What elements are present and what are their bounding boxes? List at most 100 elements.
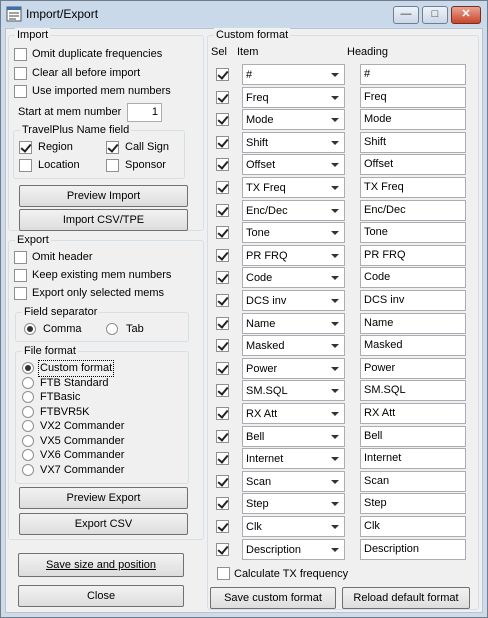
import-csv-button[interactable]: Import CSV/TPE bbox=[19, 209, 188, 231]
heading-input[interactable]: Enc/Dec bbox=[360, 199, 466, 221]
file-format-radio[interactable] bbox=[22, 362, 34, 374]
item-combo[interactable]: Bell bbox=[242, 425, 345, 447]
item-combo[interactable]: Internet bbox=[242, 448, 345, 470]
chevron-down-icon[interactable] bbox=[327, 381, 344, 401]
item-combo[interactable]: Mode bbox=[242, 109, 345, 131]
item-combo[interactable]: Freq bbox=[242, 86, 345, 108]
item-combo[interactable]: Power bbox=[242, 357, 345, 379]
item-combo[interactable]: Enc/Dec bbox=[242, 199, 345, 221]
item-combo[interactable]: Shift bbox=[242, 131, 345, 153]
row-select-checkbox[interactable] bbox=[216, 474, 229, 488]
save-size-position-button[interactable]: Save size and position bbox=[18, 553, 184, 577]
file-format-radio[interactable] bbox=[22, 420, 34, 432]
callsign-checkbox[interactable] bbox=[106, 141, 119, 154]
comma-radio[interactable] bbox=[24, 323, 36, 335]
heading-input[interactable]: Internet bbox=[360, 448, 466, 470]
row-select-checkbox[interactable] bbox=[216, 248, 229, 262]
close-window-button[interactable]: ✕ bbox=[451, 6, 481, 24]
clear-all-checkbox[interactable] bbox=[14, 67, 27, 80]
heading-input[interactable]: Description bbox=[360, 538, 466, 560]
file-format-radio[interactable] bbox=[22, 449, 34, 461]
row-select-checkbox[interactable] bbox=[216, 68, 229, 81]
heading-input[interactable]: Step bbox=[360, 493, 466, 515]
sponsor-checkbox[interactable] bbox=[106, 159, 119, 172]
row-select-checkbox[interactable] bbox=[216, 203, 229, 217]
save-custom-format-button[interactable]: Save custom format bbox=[210, 587, 336, 609]
item-combo[interactable]: DCS inv bbox=[242, 290, 345, 311]
chevron-down-icon[interactable] bbox=[327, 155, 344, 175]
item-combo[interactable]: Scan bbox=[242, 470, 345, 492]
row-select-checkbox[interactable] bbox=[216, 226, 229, 240]
chevron-down-icon[interactable] bbox=[327, 200, 344, 220]
minimize-button[interactable]: — bbox=[393, 6, 419, 24]
chevron-down-icon[interactable] bbox=[327, 178, 344, 197]
row-select-checkbox[interactable] bbox=[216, 429, 229, 443]
item-combo[interactable]: Step bbox=[242, 493, 345, 515]
file-format-radio[interactable] bbox=[22, 434, 34, 447]
heading-input[interactable]: Bell bbox=[360, 425, 466, 447]
omit-duplicates-checkbox[interactable] bbox=[14, 48, 27, 61]
use-imported-checkbox[interactable] bbox=[14, 85, 27, 98]
row-select-checkbox[interactable] bbox=[216, 542, 229, 556]
row-select-checkbox[interactable] bbox=[216, 384, 229, 398]
preview-export-button[interactable]: Preview Export bbox=[19, 487, 188, 509]
item-combo[interactable]: PR FRQ bbox=[242, 244, 345, 266]
tab-radio[interactable] bbox=[106, 323, 118, 335]
item-combo[interactable]: Clk bbox=[242, 516, 345, 537]
calc-tx-checkbox[interactable] bbox=[217, 567, 230, 580]
row-select-checkbox[interactable] bbox=[216, 271, 229, 285]
export-only-selected-checkbox[interactable] bbox=[14, 287, 27, 300]
chevron-down-icon[interactable] bbox=[327, 517, 344, 536]
chevron-down-icon[interactable] bbox=[327, 87, 344, 107]
heading-input[interactable]: RX Att bbox=[360, 403, 466, 424]
item-combo[interactable]: RX Att bbox=[242, 403, 345, 424]
export-csv-button[interactable]: Export CSV bbox=[19, 513, 188, 535]
row-select-checkbox[interactable] bbox=[216, 339, 229, 353]
row-select-checkbox[interactable] bbox=[216, 316, 229, 330]
heading-input[interactable]: Tone bbox=[360, 222, 466, 244]
file-format-radio[interactable] bbox=[22, 405, 34, 418]
row-select-checkbox[interactable] bbox=[216, 520, 229, 533]
maximize-button[interactable]: □ bbox=[422, 6, 448, 24]
heading-input[interactable]: PR FRQ bbox=[360, 244, 466, 266]
item-combo[interactable]: Tone bbox=[242, 222, 345, 244]
file-format-radio[interactable] bbox=[22, 391, 34, 403]
heading-input[interactable]: SM.SQL bbox=[360, 380, 466, 402]
chevron-down-icon[interactable] bbox=[327, 132, 344, 152]
heading-input[interactable]: Clk bbox=[360, 516, 466, 537]
file-format-radio[interactable] bbox=[22, 463, 34, 476]
heading-input[interactable]: Freq bbox=[360, 86, 466, 108]
row-select-checkbox[interactable] bbox=[216, 294, 229, 307]
item-combo[interactable]: Name bbox=[242, 312, 345, 334]
heading-input[interactable]: TX Freq bbox=[360, 177, 466, 198]
item-combo[interactable]: SM.SQL bbox=[242, 380, 345, 402]
item-combo[interactable]: # bbox=[242, 64, 345, 85]
heading-input[interactable]: Offset bbox=[360, 154, 466, 176]
heading-input[interactable]: Shift bbox=[360, 131, 466, 153]
row-select-checkbox[interactable] bbox=[216, 407, 229, 420]
row-select-checkbox[interactable] bbox=[216, 90, 229, 104]
heading-input[interactable]: # bbox=[360, 64, 466, 85]
omit-header-checkbox[interactable] bbox=[14, 251, 27, 264]
file-format-radio[interactable] bbox=[22, 376, 34, 389]
item-combo[interactable]: Description bbox=[242, 538, 345, 560]
heading-input[interactable]: Masked bbox=[360, 335, 466, 357]
item-combo[interactable]: Masked bbox=[242, 335, 345, 357]
chevron-down-icon[interactable] bbox=[327, 539, 344, 559]
chevron-down-icon[interactable] bbox=[327, 313, 344, 333]
keep-existing-checkbox[interactable] bbox=[14, 269, 27, 282]
preview-import-button[interactable]: Preview Import bbox=[19, 185, 188, 207]
item-combo[interactable]: TX Freq bbox=[242, 177, 345, 198]
title-bar[interactable]: Import/Export — □ ✕ bbox=[1, 1, 487, 27]
location-checkbox[interactable] bbox=[19, 159, 32, 172]
chevron-down-icon[interactable] bbox=[327, 449, 344, 469]
reload-default-format-button[interactable]: Reload default format bbox=[342, 587, 470, 609]
row-select-checkbox[interactable] bbox=[216, 158, 229, 172]
heading-input[interactable]: Scan bbox=[360, 470, 466, 492]
heading-input[interactable]: Mode bbox=[360, 109, 466, 131]
chevron-down-icon[interactable] bbox=[327, 358, 344, 378]
chevron-down-icon[interactable] bbox=[327, 65, 344, 84]
row-select-checkbox[interactable] bbox=[216, 181, 229, 194]
heading-input[interactable]: Power bbox=[360, 357, 466, 379]
chevron-down-icon[interactable] bbox=[327, 268, 344, 288]
